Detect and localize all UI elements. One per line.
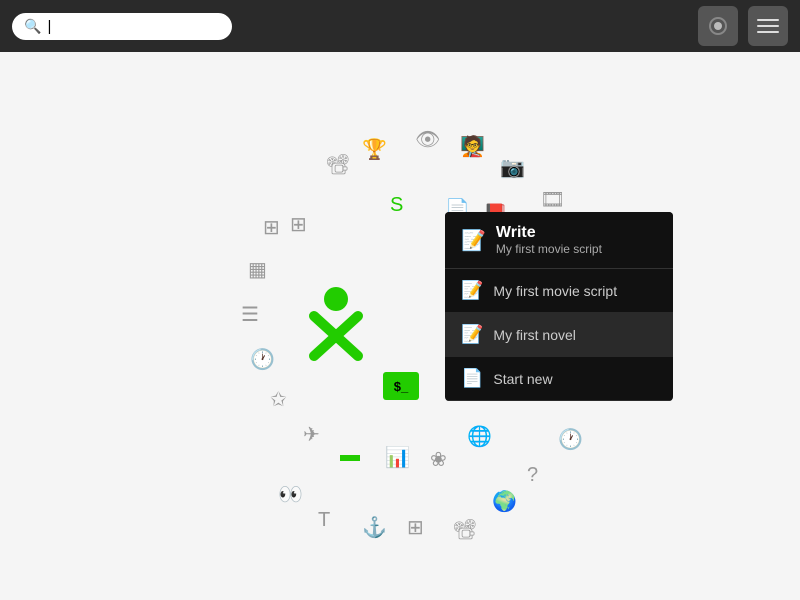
terminal-icon: $_ [383, 372, 419, 400]
start-new-icon: 📄 [461, 368, 483, 389]
maze-icon: ▦ [248, 260, 267, 280]
menu-button[interactable] [748, 6, 788, 46]
novel-icon: 📝 [461, 324, 483, 345]
workflow-icon: ⊞ [407, 518, 424, 538]
dropdown-header: 📝 Write My first movie script [445, 212, 673, 269]
record-dot [714, 22, 722, 30]
calc-icon: ⊞ [263, 218, 280, 238]
projector-icon: 📽 [325, 155, 350, 175]
record-icon [709, 17, 727, 35]
grid-dots-icon: ⊞ [290, 215, 307, 235]
projector2-icon: 📽 [452, 520, 477, 540]
plane-icon: ✈ [303, 425, 320, 445]
dropdown-title: Write [496, 224, 602, 242]
person-globe-icon: 🌍 [492, 492, 517, 512]
main-content: 🏆👁🧑‍🏫📽📷🎞⊞S📄📕⊞▦☰🕐✩✈▬📊❀🌐🕐?👀T⚓⊞📽🌍 $_ 📝 Writ… [0, 52, 800, 600]
eye-icon: 👁 [415, 130, 440, 150]
clock2-icon: 🕐 [558, 430, 583, 450]
record-button[interactable] [698, 6, 738, 46]
question-icon: ? [527, 465, 538, 485]
trophy-icon: 🏆 [362, 140, 387, 160]
globe-icon: 🌐 [467, 427, 492, 447]
start-new-label: Start new [493, 371, 552, 387]
green-rect-icon: ▬ [340, 445, 360, 465]
flower-icon: ❀ [430, 450, 447, 470]
clock-icon: 🕐 [250, 350, 275, 370]
dropdown-subtitle: My first movie script [496, 242, 602, 256]
menu-line [757, 31, 779, 33]
calculator2-icon: ☰ [241, 305, 259, 325]
menu-line [757, 25, 779, 27]
menu-line [757, 19, 779, 21]
app-header: 🔍 [0, 0, 800, 52]
dropdown-header-text: Write My first movie script [496, 224, 602, 256]
dropdown-menu: 📝 Write My first movie script 📝 My first… [445, 212, 673, 401]
search-icon: 🔍 [24, 18, 41, 35]
person-icon [296, 281, 376, 371]
dropdown-item-start-new[interactable]: 📄 Start new [445, 357, 673, 401]
dropdown-item-movie-script[interactable]: 📝 My first movie script [445, 269, 673, 313]
letter-s-icon: S [390, 195, 403, 215]
search-bar[interactable]: 🔍 [12, 13, 232, 40]
novel-label: My first novel [493, 327, 575, 343]
film-strip-icon: 🎞 [540, 190, 565, 210]
search-input[interactable] [47, 18, 207, 35]
ship-icon: ⚓ [362, 518, 387, 538]
face-icon: 👀 [278, 485, 303, 505]
dropdown-item-novel[interactable]: 📝 My first novel [445, 313, 673, 357]
bar-chart-icon: 📊 [385, 448, 410, 468]
write-icon: 📝 [461, 228, 486, 253]
movie-script-label: My first movie script [493, 283, 617, 299]
camera-icon: 📷 [500, 158, 525, 178]
movie-script-icon: 📝 [461, 280, 483, 301]
text-icon-icon: T [318, 510, 330, 530]
star-icon: ✩ [270, 390, 287, 410]
person-help-icon: 🧑‍🏫 [460, 137, 485, 157]
center-figure [296, 281, 376, 371]
